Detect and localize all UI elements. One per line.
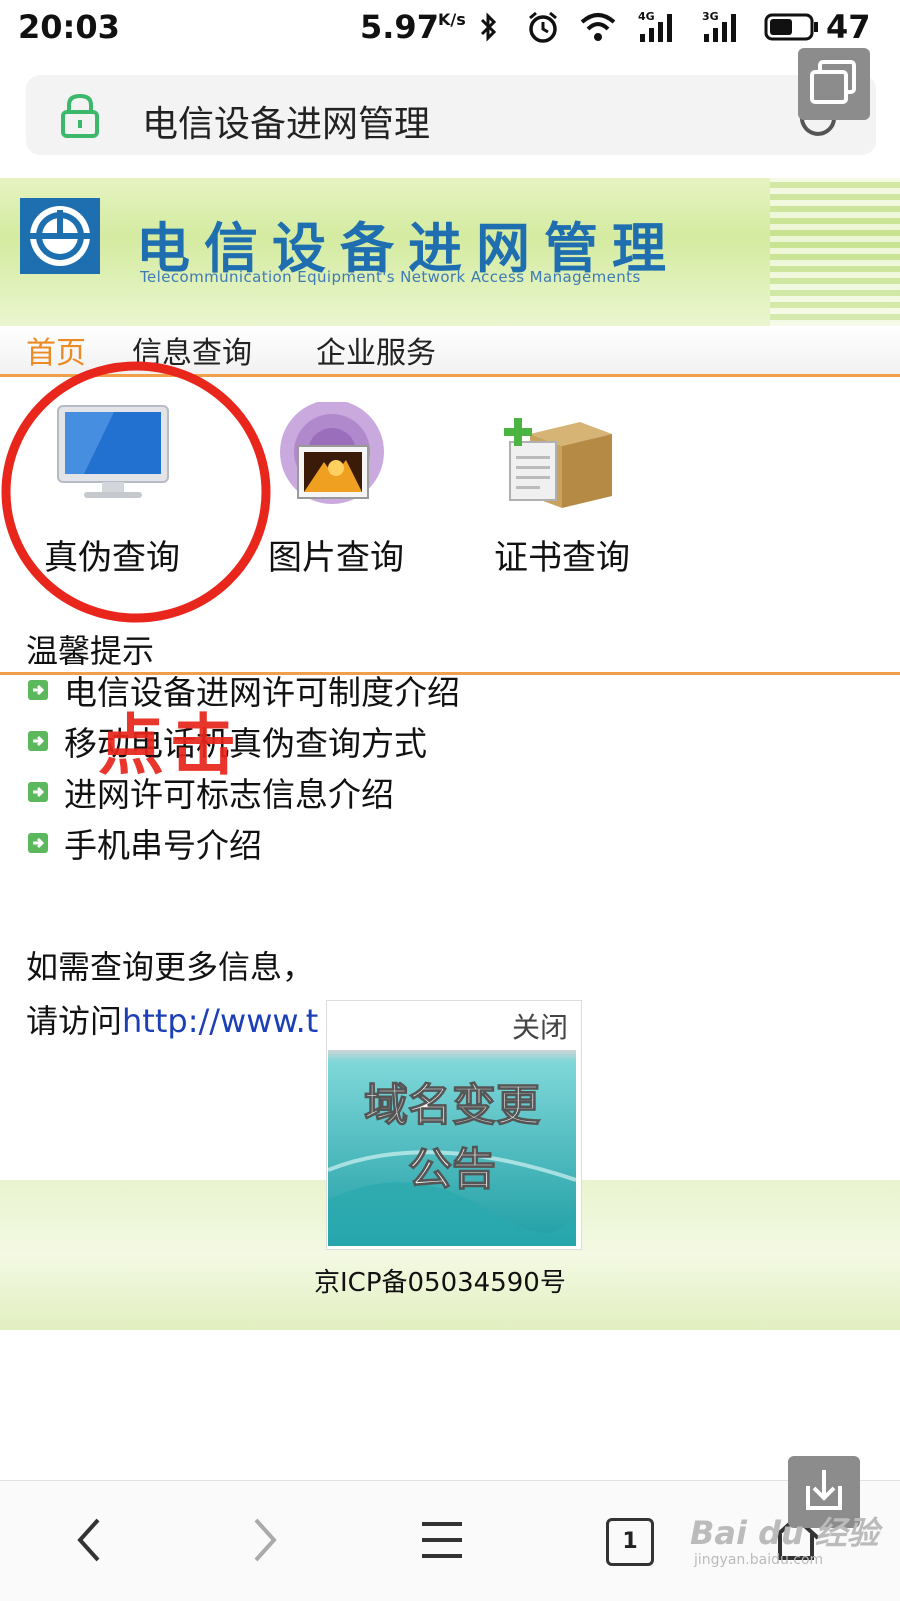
- alarm-icon: [529, 11, 557, 43]
- battery-icon: [764, 13, 818, 41]
- baidu-watermark: Bai du 经验: [690, 1514, 879, 1552]
- forward-icon[interactable]: [250, 1516, 280, 1564]
- more-info-prefix: 请访问: [26, 1002, 123, 1040]
- bluetooth-icon: [480, 12, 497, 42]
- tabs-button[interactable]: 1: [606, 1518, 654, 1566]
- page-title[interactable]: 电信设备进网管理: [142, 95, 430, 147]
- banner-subtitle: Telecommunication Equipment's Network Ac…: [140, 268, 641, 286]
- network-speed: 5.97: [360, 8, 439, 46]
- more-info-text: 如需查询更多信息，: [26, 948, 315, 986]
- signal-label-3g: 3G: [702, 10, 719, 23]
- footer-icp: 京ICP备05034590号: [314, 1268, 566, 1298]
- certificate-box-icon: [504, 418, 612, 508]
- annotation-text: 点击: [98, 707, 242, 784]
- signal-3g-icon: 3G: [702, 10, 736, 42]
- arrow-bullet-icon: [28, 680, 48, 700]
- notice-banner-graphic: 域名变更 公告: [327, 1050, 577, 1246]
- lock-icon: [61, 93, 99, 138]
- notice-banner-line2: 公告: [408, 1144, 496, 1195]
- more-info-link[interactable]: http://www.t: [122, 1002, 318, 1040]
- copy-windows-icon: [810, 60, 856, 104]
- signal-4g-icon: 4G: [638, 10, 672, 42]
- back-icon[interactable]: [74, 1516, 104, 1564]
- tile-label-certificate[interactable]: 证书查询: [494, 530, 630, 579]
- more-info-visit: 请访问http://www.t: [26, 996, 318, 1042]
- picture-icon: [280, 402, 384, 504]
- popup-close-button[interactable]: 关闭: [512, 1006, 568, 1046]
- tile-label-image[interactable]: 图片查询: [268, 530, 404, 579]
- site-logo-icon: [20, 198, 100, 274]
- annotation-circle: [1, 361, 271, 623]
- network-speed-unit: K/s: [438, 10, 466, 29]
- arrow-bullet-icon: [28, 782, 48, 802]
- menu-icon[interactable]: [420, 1518, 464, 1562]
- battery-level: 47: [826, 8, 871, 46]
- arrow-bullet-icon: [28, 833, 48, 853]
- tip-text[interactable]: 手机串号介绍: [64, 819, 262, 867]
- banner-decoration: [770, 178, 900, 326]
- nav-item-enterprise-service[interactable]: 企业服务: [316, 328, 436, 372]
- baidu-watermark-url: jingyan.baidu.com: [694, 1552, 824, 1568]
- status-time: 20:03: [18, 8, 120, 46]
- window-switch-button[interactable]: [798, 48, 870, 120]
- domain-change-notice-banner[interactable]: 域名变更 公告: [327, 1050, 577, 1246]
- wifi-icon: [580, 13, 616, 41]
- signal-label-4g: 4G: [638, 10, 655, 23]
- notice-banner-line1: 域名变更: [364, 1080, 541, 1131]
- arrow-bullet-icon: [28, 731, 48, 751]
